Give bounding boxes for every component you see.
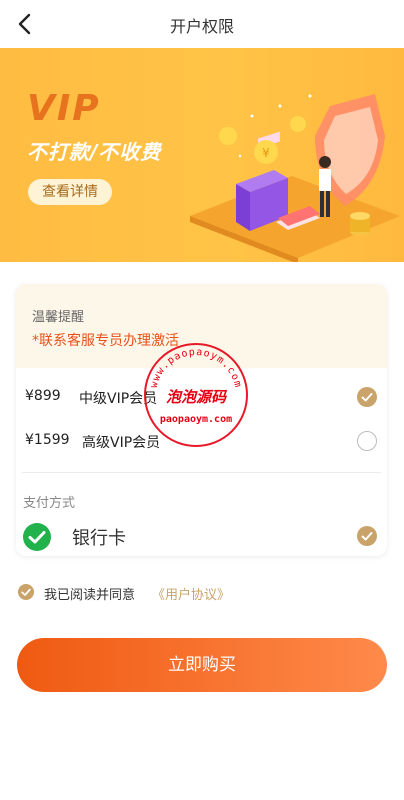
agreement-checkbox[interactable]	[18, 584, 34, 600]
vip-banner: VIP 不打款/不收费 查看详情 ¥	[0, 48, 404, 262]
watermark-top-text: www.paopaoym.com	[149, 347, 243, 389]
plan-price: ¥1599	[25, 432, 70, 448]
view-details-button[interactable]: 查看详情	[28, 179, 112, 205]
svg-text:¥: ¥	[262, 146, 270, 160]
svg-text:www.paopaoym.com: www.paopaoym.com	[149, 347, 244, 389]
plan-price: ¥899	[25, 388, 61, 404]
payment-option-bank-card[interactable]: 银行卡	[16, 516, 387, 556]
radio-unchecked-icon[interactable]	[357, 431, 377, 451]
user-agreement-link[interactable]: 《用户协议》	[152, 584, 230, 603]
top-bar: 开户权限	[0, 0, 404, 48]
banner-slogan: 不打款/不收费	[27, 140, 162, 164]
divider	[22, 472, 381, 473]
wechat-pay-icon	[23, 523, 51, 555]
watermark-center-text: 泡泡源码	[166, 388, 228, 406]
payment-method-title: 支付方式	[23, 496, 76, 511]
radio-checked-icon[interactable]	[357, 526, 377, 546]
banner-vip-text: VIP	[27, 88, 101, 129]
agreement-text: 我已阅读并同意	[44, 588, 136, 603]
buy-now-button[interactable]: 立即购买	[17, 638, 387, 692]
watermark-bottom-text: paopaoym.com	[160, 414, 232, 425]
banner-illustration: ¥	[190, 94, 400, 262]
page-title: 开户权限	[169, 17, 234, 36]
radio-checked-icon[interactable]	[357, 387, 377, 407]
watermark-stamp: www.paopaoym.com 泡泡源码 paopaoym.com	[144, 343, 248, 447]
page: 开户权限 VIP 不打款/不收费 查看详情 ¥ 温馨提醒 *联系客服专员办理激活…	[0, 0, 404, 800]
payment-method-label: 银行卡	[72, 528, 126, 549]
notice-title: 温馨提醒	[32, 310, 85, 325]
